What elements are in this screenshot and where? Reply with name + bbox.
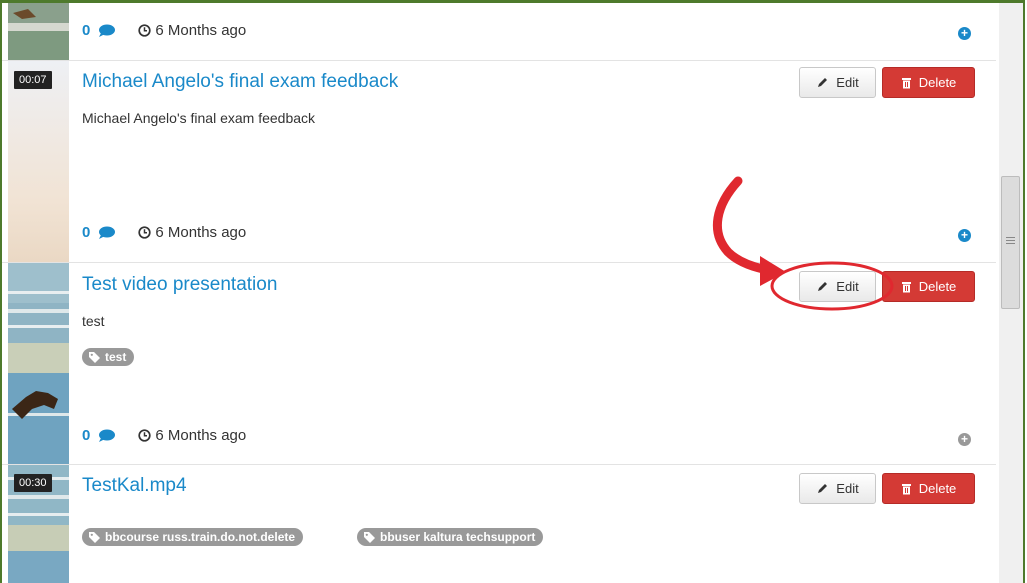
delete-button-label: Delete xyxy=(918,75,957,90)
tag-label: bbcourse russ.train.do.not.delete xyxy=(105,530,296,544)
scrollbar-grip-icon xyxy=(1006,237,1015,244)
clock-icon xyxy=(138,24,151,37)
upload-time: 6 Months ago xyxy=(155,22,247,39)
media-list: 0 6 Months ago + 00:07 Michael Angelo's … xyxy=(2,3,996,583)
speech-bubble-icon[interactable] xyxy=(98,429,116,442)
pencil-icon xyxy=(818,282,828,291)
item-meta: 0 6 Months ago xyxy=(82,224,246,241)
list-item: 00:30 TestKal.mp4 bbcourse russ.train.do… xyxy=(2,465,996,583)
video-thumbnail[interactable] xyxy=(8,3,69,60)
edit-button[interactable]: Edit xyxy=(799,271,876,302)
comment-count: 0 xyxy=(82,224,91,241)
pencil-icon xyxy=(818,78,828,87)
delete-button[interactable]: Delete xyxy=(882,271,975,302)
video-thumbnail[interactable] xyxy=(8,263,69,464)
delete-button[interactable]: Delete xyxy=(882,67,975,98)
scrollbar-thumb[interactable] xyxy=(1001,176,1020,309)
item-title[interactable]: Michael Angelo's final exam feedback xyxy=(82,71,398,93)
tag-icon xyxy=(89,531,100,543)
comment-count: 0 xyxy=(82,427,91,444)
tag-icon xyxy=(89,351,100,363)
upload-time: 6 Months ago xyxy=(155,224,247,241)
tag-label: bbuser kaltura techsupport xyxy=(380,530,536,544)
clock-icon xyxy=(138,226,151,239)
edit-button-label: Edit xyxy=(836,481,859,496)
item-description: Michael Angelo's final exam feedback xyxy=(82,110,316,126)
pencil-icon xyxy=(818,484,828,493)
edit-button-label: Edit xyxy=(836,279,859,294)
tag-chip[interactable]: bbuser kaltura techsupport xyxy=(357,528,544,546)
upload-time: 6 Months ago xyxy=(155,427,247,444)
trash-icon xyxy=(901,77,911,88)
beach-horse-thumbnail xyxy=(8,3,69,60)
tag-label: test xyxy=(105,350,127,364)
item-description: test xyxy=(82,313,105,329)
list-item: 00:07 Michael Angelo's final exam feedba… xyxy=(2,61,996,263)
speech-bubble-icon[interactable] xyxy=(98,226,116,239)
tag-chip[interactable]: test xyxy=(82,348,135,366)
duration-badge: 00:30 xyxy=(14,474,52,492)
item-meta: 0 6 Months ago xyxy=(82,427,246,444)
delete-button[interactable]: Delete xyxy=(882,473,975,504)
beach-horse-thumbnail xyxy=(8,263,69,464)
tag-chip[interactable]: bbcourse russ.train.do.not.delete xyxy=(82,528,304,546)
clock-icon xyxy=(138,429,151,442)
edit-button[interactable]: Edit xyxy=(799,473,876,504)
trash-icon xyxy=(901,483,911,494)
list-item: 0 6 Months ago + xyxy=(2,3,996,61)
item-title[interactable]: TestKal.mp4 xyxy=(82,475,187,497)
delete-button-label: Delete xyxy=(918,279,957,294)
item-title[interactable]: Test video presentation xyxy=(82,274,277,296)
edit-button[interactable]: Edit xyxy=(799,67,876,98)
trash-icon xyxy=(901,281,911,292)
video-thumbnail[interactable] xyxy=(8,61,69,262)
plus-circle-icon[interactable]: + xyxy=(958,229,971,242)
delete-button-label: Delete xyxy=(918,481,957,496)
item-meta: 0 6 Months ago xyxy=(82,22,246,39)
list-item: Test video presentation test test Edit D… xyxy=(2,263,996,465)
speech-bubble-icon[interactable] xyxy=(98,24,116,37)
tag-icon xyxy=(364,531,375,543)
edit-button-label: Edit xyxy=(836,75,859,90)
plus-circle-icon[interactable]: + xyxy=(958,27,971,40)
plus-circle-icon[interactable]: + xyxy=(958,433,971,446)
duration-badge: 00:07 xyxy=(14,71,52,89)
comment-count: 0 xyxy=(82,22,91,39)
